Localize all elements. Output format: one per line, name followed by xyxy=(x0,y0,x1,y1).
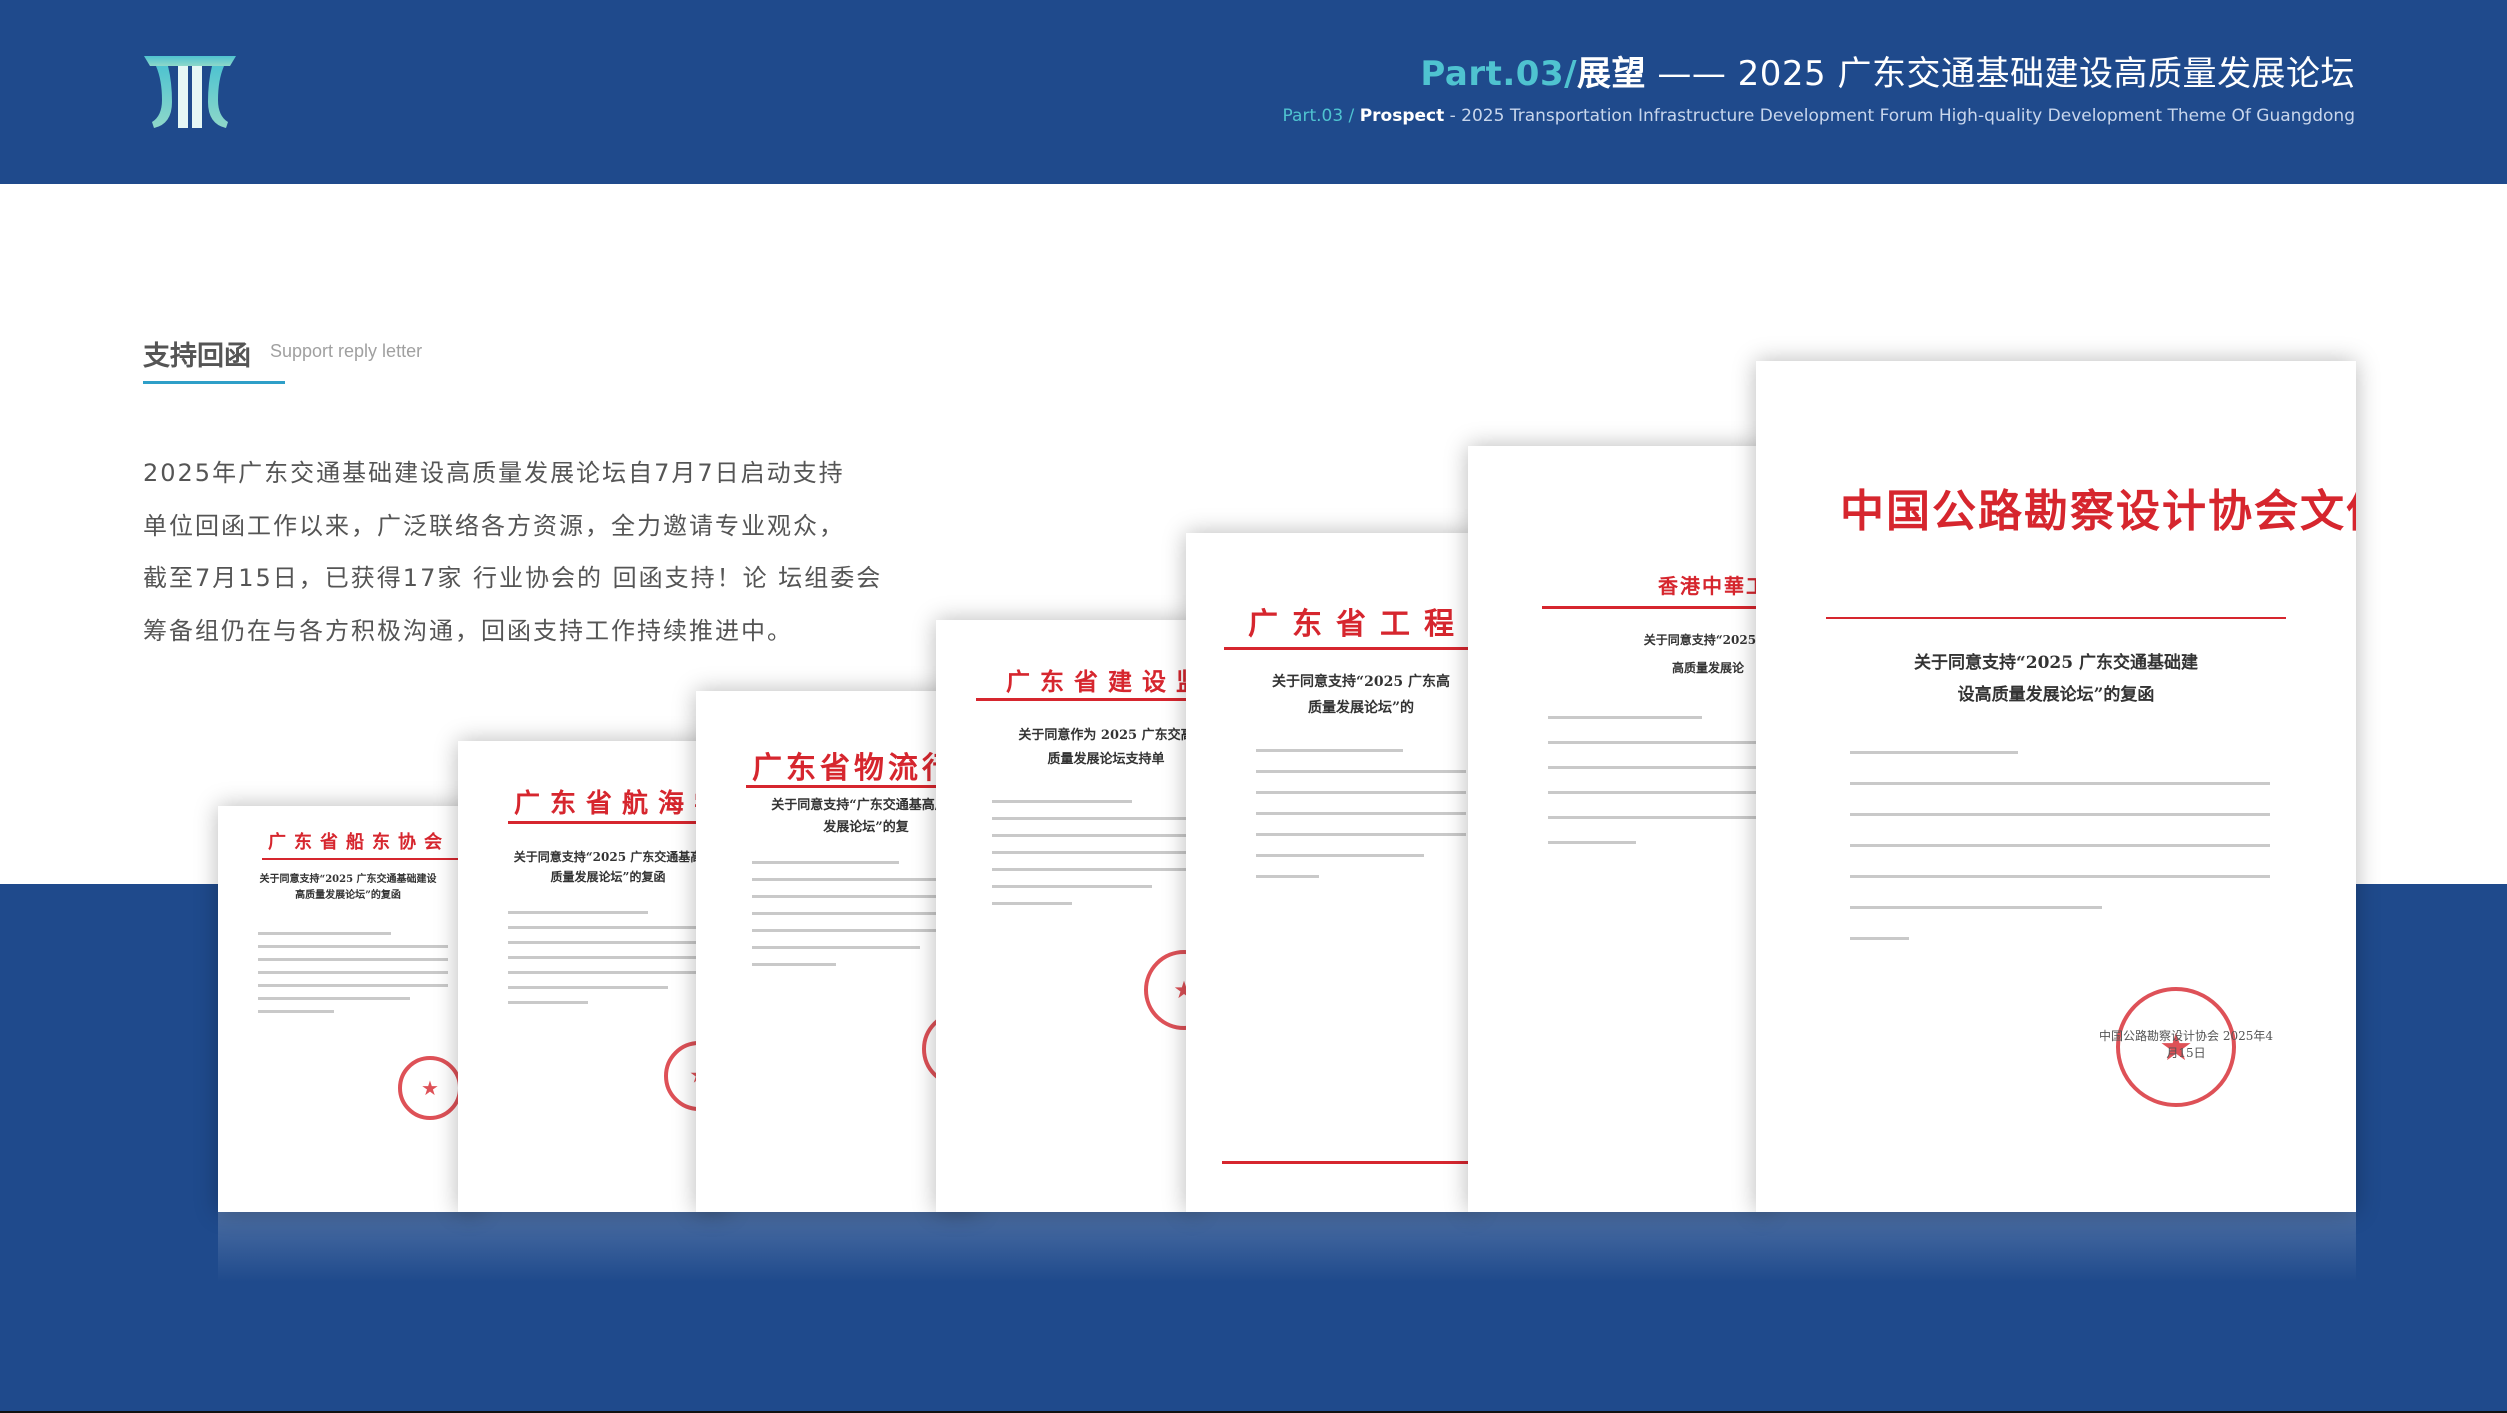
part-number: Part.03/ xyxy=(1420,54,1578,94)
section-underline xyxy=(143,381,285,384)
letter-body xyxy=(1850,751,2270,940)
letter-org: 中国公路勘察设计协会文件 xyxy=(1840,486,2356,537)
jt-logo-icon xyxy=(144,56,236,128)
letter-body xyxy=(992,800,1192,905)
sub-part-number: Part.03 / xyxy=(1282,106,1360,126)
intro-line: 2025年广东交通基础建设高质量发展论坛自7月7日启动支持 xyxy=(143,459,845,487)
letter-document: 中国公路勘察设计协会文件 关于同意支持“2025 广东交通基础建设高质量发展论坛… xyxy=(1756,361,2356,1212)
letter-org: 香港中華工 xyxy=(1658,574,1768,598)
letter-body xyxy=(752,861,962,966)
page-heading: Part.03/展望 —— 2025 广东交通基础建设高质量发展论坛 xyxy=(1420,46,2355,95)
intro-line: 截至7月15日，已获得17家 行业协会的 回函支持！论 坛组委会 xyxy=(143,564,883,592)
letter-document: 广东省船东协会 关于同意支持“2025 广东交通基础建设高质量发展论坛”的复函 xyxy=(218,806,480,1212)
header-bar: Part.03/展望 —— 2025 广东交通基础建设高质量发展论坛 Part.… xyxy=(0,0,2507,184)
letter-document: 广东省航海学 关于同意支持“2025 广东交通基高质量发展论坛”的复函 xyxy=(458,741,728,1212)
red-seal-icon xyxy=(398,1056,462,1120)
letter-org: 广东省船东协会 xyxy=(268,832,450,853)
intro-paragraph: 2025年广东交通基础建设高质量发展论坛自7月7日启动支持 单位回函工作以来，广… xyxy=(143,447,903,657)
section-title: 支持回函 xyxy=(143,341,251,372)
footer-rule xyxy=(1222,1161,1476,1164)
sub-section-name: Prospect xyxy=(1359,106,1445,126)
letter-subject: 关于同意支持“2025 广东交通基础建设高质量发展论坛”的复函 xyxy=(259,874,437,901)
letter-org: 广东省工程造 xyxy=(1248,607,1476,642)
intro-line: 筹备组仍在与各方积极沟通，回函支持工作持续推进中。 xyxy=(143,616,793,645)
seal-caption: 中国公路勘察设计协会 2025年4月15日 xyxy=(2099,1029,2273,1060)
letter-body xyxy=(1256,749,1466,878)
letter-body xyxy=(258,932,448,1013)
letter-subject: 关于同意支持“2025 广东交通基础建设高质量发展论坛”的复函 xyxy=(1913,653,2198,705)
letterhead-rule xyxy=(1224,647,1476,650)
section-title-en: Support reply letter xyxy=(270,341,423,361)
letter-document: 广东省建设监 关于同意作为 2025 广东交高质量发展论坛支持单 xyxy=(936,620,1198,1212)
documents-reflection xyxy=(218,1212,2356,1282)
letter-body xyxy=(508,911,708,1004)
letter-document: 广东省工程造 关于同意支持“2025 广东高质量发展论坛”的 xyxy=(1186,533,1476,1212)
letter-subject: 关于同意支持“2025 广东高质量发展论坛”的 xyxy=(1272,674,1450,716)
section-name-cn: 展望 xyxy=(1577,54,1647,94)
letter-body xyxy=(1548,716,1768,844)
letter-document: 香港中華工 关于同意支持“2025 广高质量发展论 xyxy=(1468,446,1768,1212)
letterhead-rule xyxy=(508,821,728,824)
letterhead-rule xyxy=(976,698,1198,701)
forum-title-en: - 2025 Transportation Infrastructure Dev… xyxy=(1444,106,2355,126)
letter-org: 广东省建设监 xyxy=(1006,667,1198,696)
forum-title-cn: 2025 广东交通基础建设高质量发展论坛 xyxy=(1737,54,2355,94)
letterhead-rule xyxy=(1826,617,2286,619)
letter-subject: 关于同意支持“2025 广高质量发展论 xyxy=(1643,633,1768,675)
letter-subject: 关于同意支持“2025 广东交通基高质量发展论坛”的复函 xyxy=(513,850,703,884)
intro-line: 单位回函工作以来，广泛联络各方资源，全力邀请专业观众， xyxy=(143,511,845,540)
letter-subject: 关于同意作为 2025 广东交高质量发展论坛支持单 xyxy=(1018,728,1194,767)
page-subheading: Part.03 / Prospect - 2025 Transportation… xyxy=(1283,106,2355,126)
letterhead-rule xyxy=(1542,606,1768,609)
letterhead-rule xyxy=(262,858,480,860)
title-dash: —— xyxy=(1646,54,1738,94)
